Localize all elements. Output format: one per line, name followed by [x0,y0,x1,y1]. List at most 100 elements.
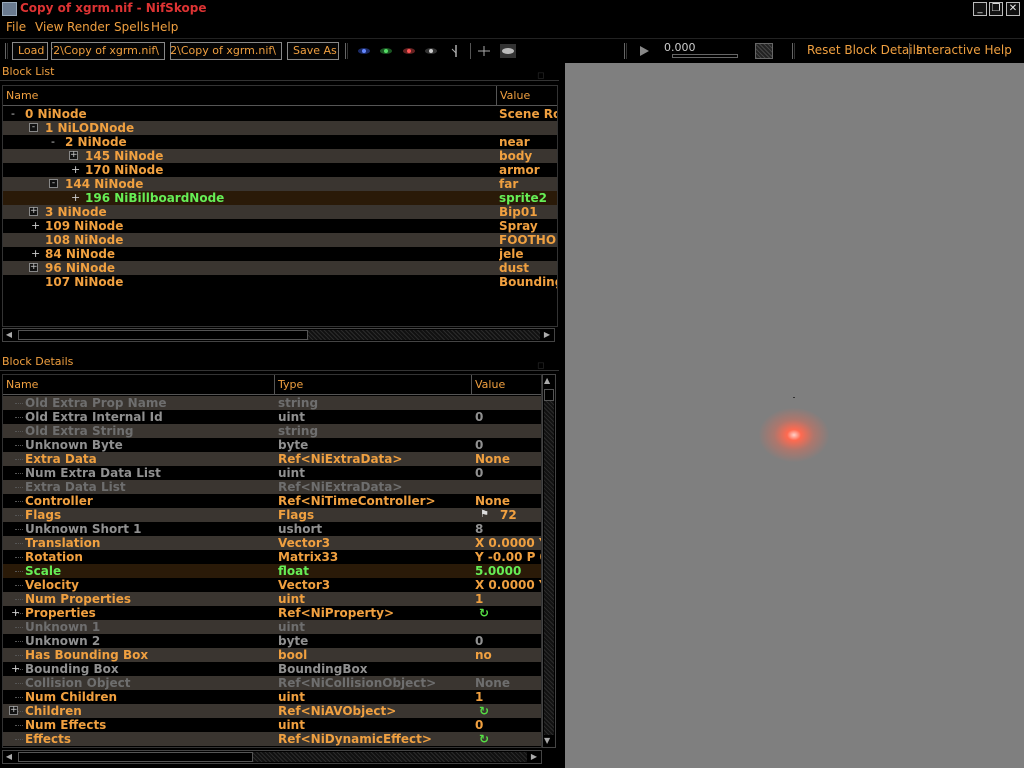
field-value[interactable]: 5.0000 [475,564,541,578]
field-value[interactable] [475,480,541,494]
load-path-input[interactable]: \v2\Copy of xgrm.nif [51,42,165,60]
block-list-hscrollbar[interactable]: ◀ ▶ [2,328,555,342]
block-list-row[interactable]: +3 NiNode Bip01 [3,205,557,219]
detail-row[interactable]: Translation Vector3 X 0.0000 Y [3,536,541,550]
expand-toggle-icon[interactable]: + [69,151,78,160]
expand-toggle-icon[interactable]: + [9,706,18,715]
field-value[interactable]: Y -0.00 P 0 [475,550,541,564]
detail-row[interactable]: Has Bounding Box bool no [3,648,541,662]
field-value[interactable]: None [475,452,541,466]
block-list-row[interactable]: +96 NiNode dust [3,261,557,275]
detail-row[interactable]: Extra Data List Ref<NiExtraData> [3,480,541,494]
scroll-thumb[interactable] [18,752,253,762]
expand-toggle-icon[interactable]: - [49,179,58,188]
field-value[interactable]: no [475,648,541,662]
menu-render[interactable]: Render [67,20,110,34]
block-list-row[interactable]: 108 NiNode FOOTHOL [3,233,557,247]
menu-help[interactable]: Help [151,20,178,34]
expand-toggle-icon[interactable]: + [71,191,80,205]
field-value[interactable]: X 0.0000 Y [475,536,541,550]
expand-toggle-icon[interactable]: + [71,163,80,177]
col-type-header[interactable]: Type [275,375,472,395]
expand-toggle-icon[interactable]: + [29,207,38,216]
walk-mode-icon[interactable] [448,44,464,58]
play-icon[interactable] [636,44,652,58]
col-value-header[interactable]: Value [497,86,557,106]
field-value[interactable]: 0 [475,718,541,732]
scroll-track[interactable] [308,330,540,340]
toolbar-grip[interactable] [624,43,627,59]
dock-controls-icon[interactable]: ◻ ✕ [537,67,553,99]
menu-file[interactable]: File [6,20,26,34]
toolbar-grip[interactable] [792,43,795,59]
scroll-left-arrow-icon[interactable]: ◀ [4,330,14,340]
save-path-input[interactable]: \v2\Copy of xgrm.nif [170,42,282,60]
scroll-track[interactable] [544,401,554,735]
field-value[interactable]: None [475,494,541,508]
col-value-header[interactable]: Value [472,375,541,395]
expand-toggle-icon[interactable]: - [51,135,55,149]
detail-row[interactable]: Effects Ref<NiDynamicEffect> ↻ [3,732,541,746]
view-front-icon[interactable] [378,44,394,58]
expand-toggle-icon[interactable]: + [29,263,38,272]
view-side-icon[interactable] [401,44,417,58]
view-user-icon[interactable] [423,44,439,58]
detail-row[interactable]: Unknown Short 1 ushort 8 [3,522,541,536]
block-list-row[interactable]: -2 NiNode near [3,135,557,149]
detail-row[interactable]: Flags Flags ⚑ 72 [3,508,541,522]
field-value[interactable]: 1 [475,592,541,606]
field-value[interactable]: 0 [475,410,541,424]
field-value[interactable]: 8 [475,522,541,536]
expand-toggle-icon[interactable]: + [11,662,20,676]
block-list-tree[interactable]: Name Value -0 NiNode Scene Ro -1 NiLODNode… [2,85,558,327]
lighting-icon[interactable] [500,44,516,58]
reset-block-details-button[interactable]: Reset Block Details [807,43,922,57]
expand-toggle-icon[interactable]: + [11,606,20,620]
scroll-track[interactable] [253,752,527,762]
close-button[interactable]: ✕ [1006,2,1020,16]
block-list-row[interactable]: -1 NiLODNode [3,121,557,135]
field-value[interactable]: 1 [475,690,541,704]
detail-row[interactable]: Num Properties uint 1 [3,592,541,606]
detail-row[interactable]: Scale float 5.0000 [3,564,541,578]
block-list-row[interactable]: +109 NiNode Spray [3,219,557,233]
menu-spells[interactable]: Spells [114,20,150,34]
field-value[interactable] [475,732,541,746]
loop-button[interactable] [755,43,773,59]
detail-row[interactable]: Velocity Vector3 X 0.0000 Y [3,578,541,592]
view-top-icon[interactable] [356,44,372,58]
scroll-right-arrow-icon[interactable]: ▶ [529,752,539,762]
field-value[interactable] [475,606,541,620]
save-as-button[interactable]: Save As [287,42,339,60]
restore-button[interactable]: ❐ [989,2,1003,16]
toolbar-grip[interactable] [345,43,348,59]
render-viewport[interactable] [565,63,1024,768]
field-value[interactable]: 0 [475,438,541,452]
scroll-down-arrow-icon[interactable]: ▼ [544,736,550,745]
minimize-button[interactable]: _ [973,2,987,16]
field-value[interactable] [475,396,541,410]
detail-row[interactable]: Collision Object Ref<NiCollisionObject> No… [3,676,541,690]
detail-row[interactable]: + Properties Ref<NiProperty> ↻ [3,606,541,620]
scroll-right-arrow-icon[interactable]: ▶ [542,330,552,340]
detail-row[interactable]: Old Extra Prop Name string [3,396,541,410]
block-list-row[interactable]: +145 NiNode body [3,149,557,163]
detail-row[interactable]: Unknown 1 uint [3,620,541,634]
detail-row[interactable]: Num Extra Data List uint 0 [3,466,541,480]
scroll-thumb[interactable] [544,389,554,401]
expand-toggle-icon[interactable]: + [31,247,40,261]
expand-toggle-icon[interactable]: - [11,107,15,121]
field-value[interactable] [475,662,541,676]
detail-row[interactable]: Num Children uint 1 [3,690,541,704]
toolbar-grip[interactable] [5,43,8,59]
field-value[interactable]: 0 [475,466,541,480]
time-slider[interactable] [672,54,738,58]
block-list-row[interactable]: -0 NiNode Scene Ro [3,107,557,121]
block-details-hscrollbar[interactable]: ◀ ▶ [2,750,542,764]
block-list-row[interactable]: +84 NiNode jele [3,247,557,261]
load-button[interactable]: Load [12,42,48,60]
expand-toggle-icon[interactable]: + [31,219,40,233]
field-value[interactable] [475,424,541,438]
block-list-row[interactable]: +196 NiBillboardNode sprite2 [3,191,557,205]
dock-controls-icon[interactable]: ◻ ✕ [537,357,553,389]
